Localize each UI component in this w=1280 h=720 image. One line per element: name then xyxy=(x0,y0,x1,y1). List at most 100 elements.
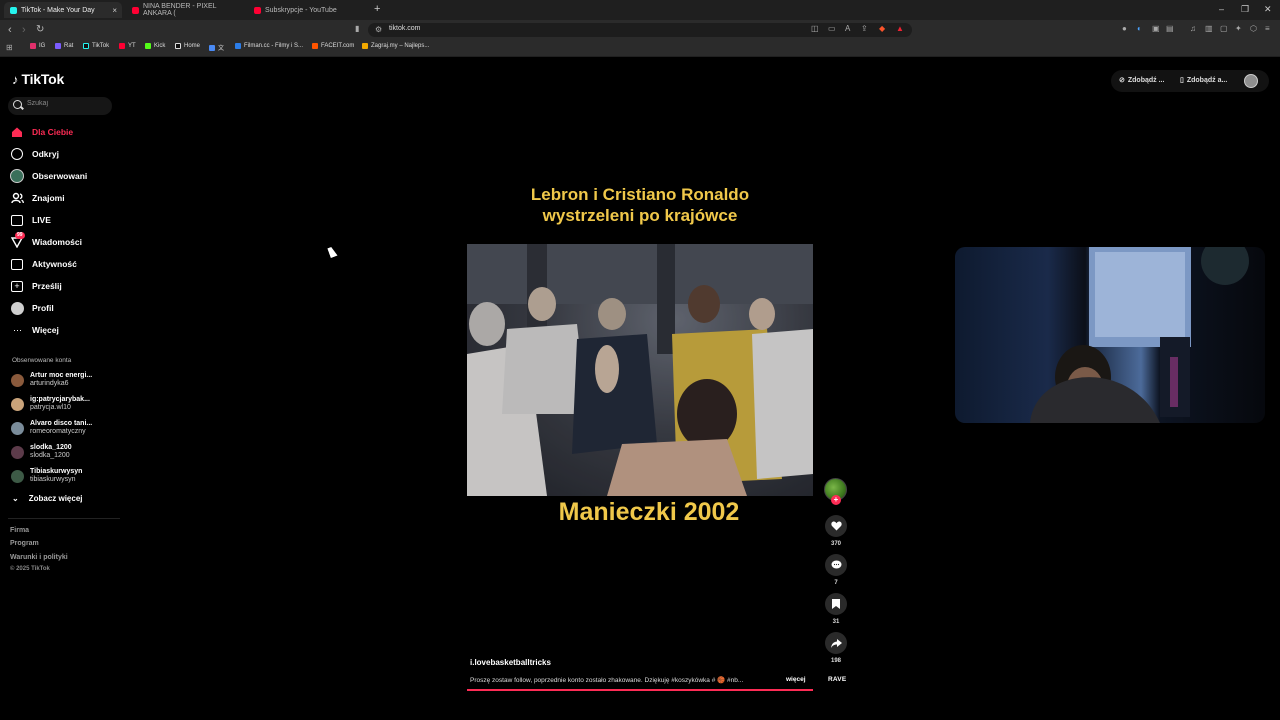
save-action[interactable]: 31 xyxy=(825,593,847,625)
followed-account[interactable]: Alvaro disco tani... romeoromatyczny xyxy=(11,419,92,437)
nav-live[interactable]: LIVE xyxy=(10,211,51,229)
video-caption: Proszę zostaw follow, poprzednie konto z… xyxy=(470,677,744,684)
sidebar-icon[interactable]: ▥ xyxy=(1205,24,1213,33)
extension-icon[interactable]: ▤ xyxy=(1166,24,1174,33)
bookmark-rat[interactable]: Rat xyxy=(55,43,73,49)
bookmark-ig[interactable]: IG xyxy=(30,43,45,49)
music-disc[interactable]: RAVE xyxy=(828,676,846,683)
like-action[interactable]: 370 xyxy=(825,515,847,547)
nav-profile[interactable]: Profil xyxy=(10,299,54,317)
menu-icon[interactable]: ≡ xyxy=(1265,24,1270,33)
compass-icon xyxy=(10,147,24,161)
tiktok-icon xyxy=(83,43,89,49)
follow-plus-icon[interactable]: + xyxy=(831,495,841,505)
extension-icon[interactable]: ● xyxy=(1122,24,1127,33)
media-icon[interactable]: ♫ xyxy=(1190,24,1196,33)
vpn-icon[interactable]: ⬡ xyxy=(1250,24,1257,33)
comment-action[interactable]: 7 xyxy=(825,554,847,586)
share-icon[interactable] xyxy=(825,632,847,654)
close-icon[interactable]: × xyxy=(112,6,117,15)
tab-tiktok[interactable]: TikTok - Make Your Day × xyxy=(4,2,122,18)
share-count: 198 xyxy=(830,658,841,664)
search-box[interactable] xyxy=(8,97,112,115)
bookmark-home[interactable]: Home xyxy=(175,43,200,49)
coin-icon: ⊘ xyxy=(1119,77,1125,84)
tab-title: TikTok - Make Your Day xyxy=(21,6,95,14)
tiktok-logo[interactable]: ♪ TikTok xyxy=(12,71,64,87)
see-more-button[interactable]: ⌄ Zobacz więcej xyxy=(12,494,83,503)
footer-link-terms[interactable]: Warunki i polityki xyxy=(10,554,68,561)
browser-address-bar: ‹ › ↻ ▮ ⚙ tiktok.com ◫ ▭ A ⇪ ◆ ▲ ● ◐ ▣ ▤… xyxy=(0,20,1280,40)
tab-title: NINA BENDER - PIXEL ANKARA ( xyxy=(143,3,217,17)
bookmark-kick[interactable]: Kick xyxy=(145,43,165,49)
caption-more-link[interactable]: więcej xyxy=(786,676,806,683)
site-info-icon[interactable]: ⚙ xyxy=(375,25,382,34)
bookmark-favicon-icon xyxy=(235,43,241,49)
tab-nina-bender[interactable]: NINA BENDER - PIXEL ANKARA ( xyxy=(126,2,244,18)
followed-account[interactable]: slodka_1200 slodka_1200 xyxy=(11,443,72,461)
tab-youtube-subscriptions[interactable]: Subskrypcje - YouTube xyxy=(248,2,366,18)
share-action[interactable]: 198 xyxy=(825,632,847,664)
video-author[interactable]: i.lovebasketballtricks xyxy=(470,658,551,667)
bookmark-faceit[interactable]: FACEIT.com xyxy=(312,43,354,49)
back-arrow-icon[interactable]: ‹ xyxy=(8,24,12,36)
nav-messages[interactable]: 99 Wiadomości xyxy=(10,232,82,251)
kick-icon xyxy=(145,43,151,49)
nav-for-you[interactable]: Dla Ciebie xyxy=(10,123,73,141)
save-count: 31 xyxy=(832,619,840,625)
get-coins-button[interactable]: ⊘ Zdobądź ... xyxy=(1119,76,1164,85)
maximize-button[interactable]: ❐ xyxy=(1241,4,1249,15)
video-frame xyxy=(467,244,813,496)
youtube-favicon-icon xyxy=(254,6,261,14)
wallet-icon[interactable]: ▢ xyxy=(1220,24,1228,33)
heart-icon[interactable] xyxy=(825,515,847,537)
avatar xyxy=(11,469,24,483)
close-window-button[interactable]: ✕ xyxy=(1264,4,1272,15)
bookmark-icon[interactable]: ▮ xyxy=(355,24,359,33)
brave-rewards-icon[interactable]: ▲ xyxy=(896,24,904,33)
nav-more[interactable]: ⋯ Więcej xyxy=(10,321,59,339)
followed-account[interactable]: ig:patrycjarybak... patrycja.wl10 xyxy=(11,395,90,413)
reload-icon[interactable]: ↻ xyxy=(36,24,44,36)
bookmark-translate[interactable]: 文 xyxy=(209,43,224,52)
new-tab-button[interactable]: + xyxy=(374,3,380,15)
bookmark-yt[interactable]: YT xyxy=(119,43,136,49)
video-progress-fill xyxy=(467,689,813,691)
comment-icon[interactable] xyxy=(825,554,847,576)
url-text: tiktok.com xyxy=(389,25,421,32)
nav-upload[interactable]: + Prześlij xyxy=(10,277,62,295)
video-player[interactable]: Lebron i Cristiano Ronaldo wystrzeleni p… xyxy=(467,168,813,693)
profile-avatar[interactable] xyxy=(1244,74,1258,88)
followed-account[interactable]: Tibiaskurwysyn tibiaskurwysyn xyxy=(11,467,82,485)
extension-icon[interactable]: ◐ xyxy=(1137,24,1142,33)
video-progress-bar[interactable] xyxy=(467,689,813,691)
bookmark-filman[interactable]: Filman.cc - Filmy i S... xyxy=(235,43,303,49)
tiktok-note-icon: ♪ xyxy=(12,71,19,87)
chevron-down-icon: ⌄ xyxy=(12,494,19,503)
share-icon[interactable]: ⇪ xyxy=(861,24,868,33)
x-icon xyxy=(175,43,181,49)
nav-friends[interactable]: Znajomi xyxy=(10,189,65,207)
extension-icon[interactable]: ▣ xyxy=(1152,24,1160,33)
cast-icon[interactable]: ▭ xyxy=(828,24,836,33)
bookmark-icon[interactable] xyxy=(825,593,847,615)
get-app-button[interactable]: ▯ Zdobądź a... xyxy=(1180,76,1227,85)
bookmark-zagraj[interactable]: Zagraj.my – Najleps... xyxy=(362,43,429,49)
footer-link-program[interactable]: Program xyxy=(10,540,39,547)
footer-link-company[interactable]: Firma xyxy=(10,527,29,534)
forward-arrow-icon[interactable]: › xyxy=(22,24,26,36)
tiktok-favicon-icon xyxy=(10,6,17,14)
minimize-button[interactable]: – xyxy=(1219,4,1224,14)
apps-grid-icon[interactable]: ⊞ xyxy=(6,43,13,52)
brave-shield-icon[interactable]: ◆ xyxy=(879,24,885,33)
bookmark-tiktok[interactable]: TikTok xyxy=(83,43,109,49)
faceit-icon xyxy=(312,43,318,49)
reader-icon[interactable]: ◫ xyxy=(811,24,819,33)
nav-explore[interactable]: Odkryj xyxy=(10,145,59,163)
nav-activity[interactable]: Aktywność xyxy=(10,255,77,273)
translate-icon[interactable]: A xyxy=(845,24,850,33)
leo-icon[interactable]: ✦ xyxy=(1235,24,1242,33)
followed-account[interactable]: Artur moc energi... arturindyka6 xyxy=(11,371,92,389)
nav-following[interactable]: Obserwowani xyxy=(10,167,87,185)
search-input[interactable] xyxy=(27,100,107,107)
